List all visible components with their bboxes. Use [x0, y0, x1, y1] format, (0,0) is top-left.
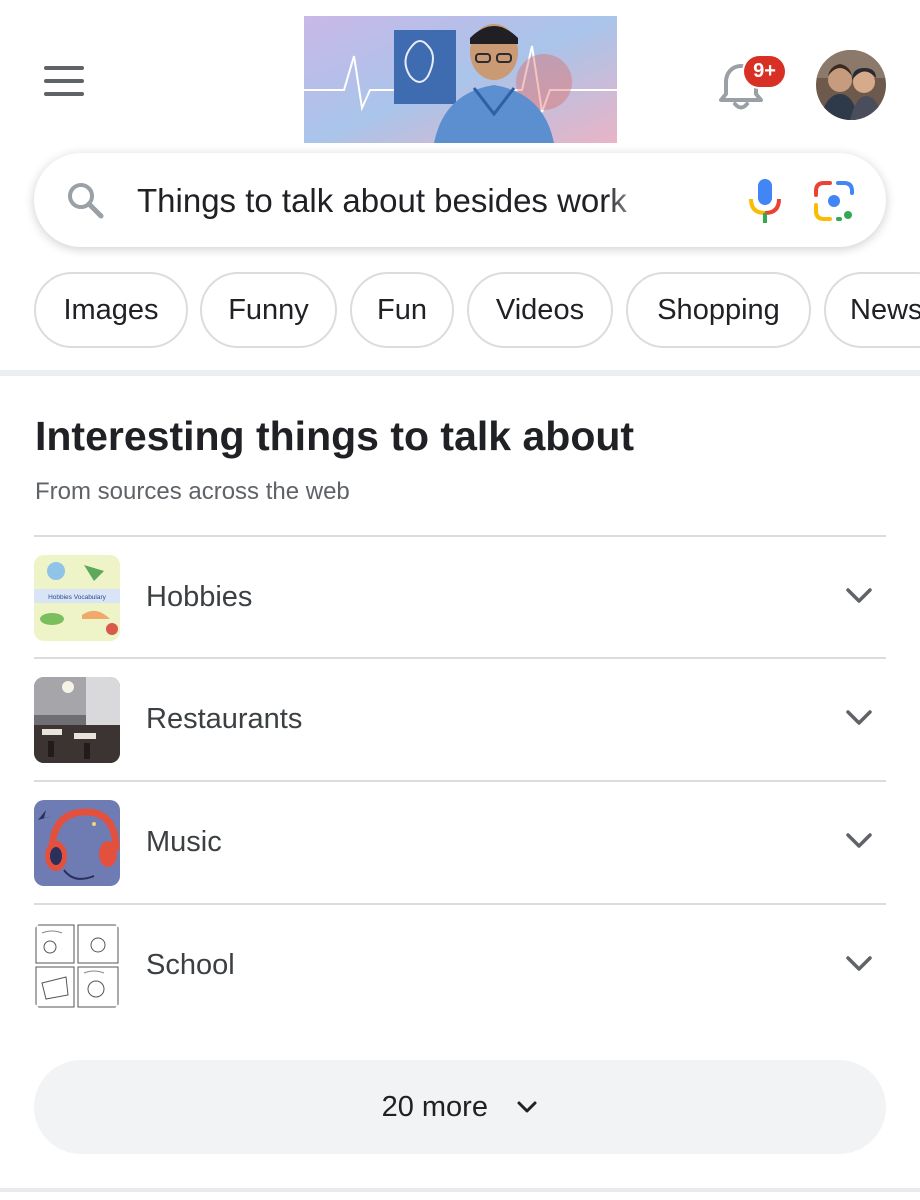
chevron-down-icon[interactable] — [844, 953, 874, 975]
search-icon[interactable] — [64, 179, 106, 221]
show-more-label: 20 more — [381, 1091, 488, 1123]
chip-shopping[interactable]: Shopping — [626, 272, 811, 348]
list-item-restaurants[interactable]: Restaurants — [34, 657, 886, 779]
account-avatar[interactable] — [816, 50, 886, 120]
school-thumbnail — [34, 923, 120, 1009]
list-item-label: Restaurants — [146, 703, 303, 735]
list-item-hobbies[interactable]: Hobbies Vocabulary Hobbies — [34, 535, 886, 657]
chip-videos[interactable]: Videos — [467, 272, 613, 348]
list-item-label: Music — [146, 826, 222, 858]
section-divider — [0, 370, 920, 376]
chevron-down-icon[interactable] — [844, 585, 874, 607]
list-item-label: School — [146, 949, 235, 981]
hobbies-thumbnail: Hobbies Vocabulary — [34, 555, 120, 641]
chip-news[interactable]: News — [824, 272, 920, 348]
restaurants-thumbnail — [34, 677, 120, 763]
show-more-button[interactable]: 20 more — [34, 1060, 886, 1154]
chevron-down-icon — [517, 1101, 537, 1113]
chip-funny[interactable]: Funny — [200, 272, 337, 348]
search-bar[interactable]: Things to talk about besides work — [34, 153, 886, 247]
chip-fun[interactable]: Fun — [350, 272, 454, 348]
top-bar: 9+ — [0, 0, 920, 150]
chip-images[interactable]: Images — [34, 272, 188, 348]
section-subtitle: From sources across the web — [35, 478, 350, 505]
chevron-down-icon[interactable] — [844, 707, 874, 729]
google-lens-icon[interactable] — [812, 179, 856, 223]
doodle-illustration — [304, 16, 617, 143]
search-input[interactable]: Things to talk about besides work — [137, 181, 657, 221]
section-title: Interesting things to talk about — [35, 413, 635, 459]
search-filter-chips: Images Funny Fun Videos Shopping News — [0, 272, 920, 352]
music-thumbnail — [34, 800, 120, 886]
list-item-music[interactable]: Music — [34, 780, 886, 902]
chevron-down-icon[interactable] — [844, 830, 874, 852]
list-item-school[interactable]: School — [34, 903, 886, 1025]
bottom-divider — [0, 1188, 920, 1192]
google-doodle[interactable] — [304, 16, 617, 143]
microphone-icon[interactable] — [746, 177, 784, 225]
thumb-text: Hobbies Vocabulary — [48, 594, 107, 601]
notification-badge: 9+ — [744, 56, 785, 87]
list-item-label: Hobbies — [146, 581, 253, 613]
menu-icon[interactable] — [44, 66, 84, 96]
